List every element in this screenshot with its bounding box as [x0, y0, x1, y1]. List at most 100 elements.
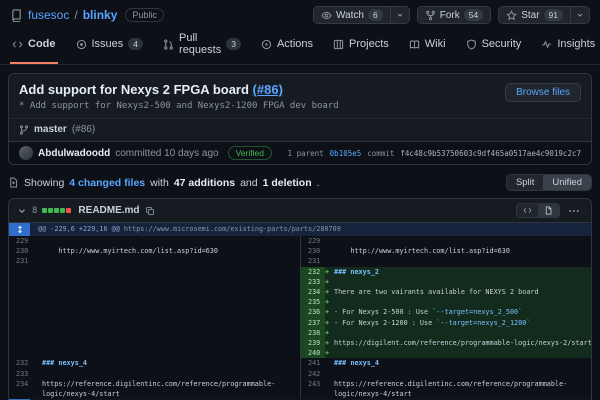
diff-row: 236+- For Nexys 2-500 : Use `--target=ne…: [9, 307, 591, 317]
line-number[interactable]: 233: [9, 369, 33, 379]
line-number[interactable]: 239: [301, 338, 325, 348]
line-number[interactable]: [301, 389, 325, 399]
file-name[interactable]: README.md: [78, 205, 139, 216]
tab-wiki[interactable]: Wiki: [407, 27, 448, 64]
tab-label: Projects: [349, 38, 389, 50]
watch-button[interactable]: Watch 6: [314, 7, 390, 23]
file-changes-count: 8: [32, 206, 37, 216]
line-number[interactable]: 240: [301, 348, 325, 358]
verified-badge[interactable]: Verified: [228, 146, 272, 160]
line-number[interactable]: 233: [301, 277, 325, 287]
diff-cell-fill: [9, 338, 300, 348]
code-line: There are two vairants available for NEX…: [334, 287, 591, 297]
commit-author-block: Abdulwadoodd committed 10 days ago Verif…: [19, 146, 272, 160]
line-number[interactable]: 231: [9, 256, 33, 266]
tab-label: Security: [482, 38, 522, 50]
diff-marker: [325, 369, 334, 379]
rich-view-button[interactable]: [538, 204, 559, 217]
diff-marker: +: [325, 287, 334, 297]
unified-view-button[interactable]: Unified: [543, 175, 591, 190]
split-view-button[interactable]: Split: [507, 175, 543, 190]
tab-code[interactable]: Code: [10, 27, 58, 64]
expand-hunk-button[interactable]: [9, 223, 30, 236]
commit-label: commit: [367, 149, 394, 158]
code-text-segment: https://reference.digilentinc.com/refere…: [42, 380, 275, 388]
repo-icon: [10, 9, 23, 22]
period: .: [317, 177, 320, 189]
code-line: [334, 236, 591, 246]
diff-row: 232### nexys_4241### nexys_4: [9, 358, 591, 368]
fork-button[interactable]: Fork 54: [418, 7, 490, 23]
line-number[interactable]: 234: [9, 379, 33, 389]
diff-row: 235+: [9, 297, 591, 307]
repo-name-link[interactable]: blinky: [83, 8, 118, 22]
diff-cell-ctx: 229: [300, 236, 591, 246]
tab-insights[interactable]: Insights: [539, 27, 597, 64]
repo-separator: /: [74, 8, 77, 22]
diff-cell-ctx: 231: [300, 256, 591, 266]
line-number[interactable]: 230: [9, 246, 33, 256]
line-number[interactable]: 229: [9, 236, 33, 246]
git-branch-icon: [19, 125, 29, 135]
line-number[interactable]: 242: [301, 369, 325, 379]
line-number[interactable]: 230: [301, 246, 325, 256]
line-number[interactable]: [9, 389, 33, 399]
star-label: Star: [521, 10, 539, 21]
commit-card: Add support for Nexys 2 FPGA board (#86)…: [8, 73, 592, 165]
author-link[interactable]: Abdulwadoodd: [38, 148, 110, 159]
repo-owner-link[interactable]: fusesoc: [28, 8, 69, 22]
diff-cell-fill: [9, 307, 300, 317]
star-button[interactable]: Star 91: [499, 7, 570, 23]
line-number[interactable]: 241: [301, 358, 325, 368]
line-number[interactable]: 236: [301, 307, 325, 317]
pull-requests-count-badge: 3: [226, 38, 241, 50]
line-number[interactable]: 232: [9, 358, 33, 368]
line-number[interactable]: 238: [301, 328, 325, 338]
copy-icon[interactable]: [145, 206, 155, 216]
tab-issues[interactable]: Issues 4: [74, 27, 146, 64]
tab-actions[interactable]: Actions: [259, 27, 315, 64]
play-circle-icon: [261, 39, 272, 50]
line-number[interactable]: 237: [301, 318, 325, 328]
code-line: https://digilent.com/reference/programma…: [334, 338, 591, 348]
diff-cell-ctx: 242: [300, 369, 591, 379]
parent-sha-link[interactable]: 0b105e5: [330, 149, 362, 158]
code-text-segment: logic/nexys-4/start: [42, 390, 120, 398]
code-inline-code-segment: `--target=nexys_2_1200`: [436, 319, 530, 327]
diff-row: 231 231: [9, 256, 591, 266]
code-text-segment: logic/nexys-4/start: [334, 390, 412, 398]
star-icon: [506, 10, 517, 21]
stat-square-add: [54, 208, 59, 213]
line-number[interactable]: 234: [301, 287, 325, 297]
graph-icon: [541, 39, 552, 50]
line-number[interactable]: 235: [301, 297, 325, 307]
book-icon: [409, 39, 420, 50]
file-options-kebab-button[interactable]: [565, 205, 583, 217]
branch-name[interactable]: master: [34, 124, 67, 135]
watch-caret-button[interactable]: [390, 7, 409, 23]
commit-action-text: committed 10 days ago: [115, 148, 218, 159]
pr-ref-link[interactable]: (#86): [253, 82, 283, 97]
line-number[interactable]: 231: [301, 256, 325, 266]
star-caret-button[interactable]: [570, 7, 589, 23]
line-number[interactable]: 232: [301, 267, 325, 277]
tab-pull-requests[interactable]: Pull requests 3: [161, 27, 243, 64]
avatar[interactable]: [19, 146, 33, 160]
tab-projects[interactable]: Projects: [331, 27, 391, 64]
star-count: 91: [544, 9, 563, 21]
code-text-segment: - For Nexys 2-500 : Use: [334, 308, 432, 316]
diff-row: logic/nexys-4/start logic/nexys-4/start: [9, 389, 591, 399]
changed-files-link[interactable]: 4 changed files: [69, 177, 145, 189]
code-icon: [12, 39, 23, 50]
tab-security[interactable]: Security: [464, 27, 524, 64]
source-view-button[interactable]: [517, 204, 538, 217]
line-number[interactable]: 243: [301, 379, 325, 389]
diff-marker: [325, 256, 334, 266]
line-number[interactable]: 229: [301, 236, 325, 246]
browse-files-button[interactable]: Browse files: [505, 83, 581, 102]
diff-row: 239+https://digilent.com/reference/progr…: [9, 338, 591, 348]
code-line: logic/nexys-4/start: [334, 389, 591, 399]
collapse-chevron-icon[interactable]: [17, 206, 27, 216]
diff-cell-ctx: 231: [9, 256, 300, 266]
stat-square-add: [48, 208, 53, 213]
